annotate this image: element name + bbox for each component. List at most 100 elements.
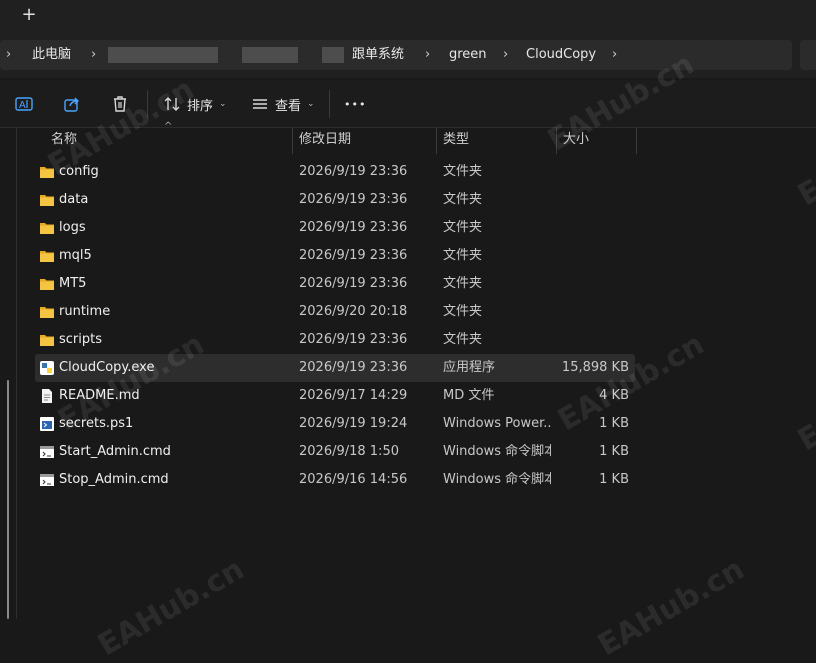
powershell-script-icon — [39, 416, 55, 432]
file-name: mql5 — [59, 248, 92, 263]
file-row[interactable]: MT5 2026/9/19 23:36 文件夹 — [35, 270, 635, 298]
cmd-script-icon — [39, 472, 55, 488]
navigation-pane-border — [16, 128, 17, 619]
file-type: 文件夹 — [443, 332, 483, 347]
file-type: 文件夹 — [443, 304, 483, 319]
file-name: MT5 — [59, 276, 87, 291]
navigation-pane-scrollbar[interactable] — [7, 380, 9, 619]
file-modified-date: 2026/9/17 14:29 — [299, 388, 408, 403]
file-row[interactable]: logs 2026/9/19 23:36 文件夹 — [35, 214, 635, 242]
rename-icon: A — [15, 97, 33, 111]
file-type: 文件夹 — [443, 276, 483, 291]
file-modified-date: 2026/9/19 23:36 — [299, 360, 408, 375]
delete-button[interactable] — [110, 92, 130, 116]
file-type: Windows 命令脚本 — [443, 472, 551, 487]
redacted-path-segment — [242, 47, 298, 63]
column-divider[interactable] — [436, 128, 437, 154]
document-icon — [39, 388, 55, 404]
file-name: Stop_Admin.cmd — [59, 472, 169, 487]
chevron-right-icon[interactable]: › — [6, 47, 11, 63]
breadcrumb-item-green[interactable]: green — [449, 47, 487, 63]
watermark: EAHub.cn — [592, 551, 751, 663]
chevron-right-icon[interactable]: › — [91, 47, 96, 63]
folder-icon — [39, 192, 55, 208]
more-options-button[interactable]: ••• — [344, 92, 366, 116]
cmd-script-icon — [39, 444, 55, 460]
file-row[interactable]: secrets.ps1 2026/9/19 19:24 Windows Power.… — [35, 410, 635, 438]
file-row[interactable]: CloudCopy.exe 2026/9/19 23:36 应用程序 15,898 K… — [35, 354, 635, 382]
file-modified-date: 2026/9/19 19:24 — [299, 416, 408, 431]
folder-icon — [39, 332, 55, 348]
column-divider[interactable] — [292, 128, 293, 154]
column-header-modified[interactable]: 修改日期 — [299, 126, 351, 154]
sort-button[interactable]: 排序 ⌄ — [162, 92, 227, 116]
file-type: Windows Power... — [443, 416, 551, 431]
redacted-path-segment — [322, 47, 344, 63]
file-modified-date: 2026/9/19 23:36 — [299, 332, 408, 347]
folder-icon — [39, 276, 55, 292]
chevron-right-icon[interactable]: › — [612, 47, 617, 63]
folder-icon — [39, 304, 55, 320]
file-modified-date: 2026/9/19 23:36 — [299, 220, 408, 235]
rename-button[interactable]: A — [14, 92, 34, 116]
file-row[interactable]: config 2026/9/19 23:36 文件夹 — [35, 158, 635, 186]
file-row[interactable]: data 2026/9/19 23:36 文件夹 — [35, 186, 635, 214]
column-divider[interactable] — [636, 128, 637, 154]
watermark: EAHub.cn — [792, 346, 816, 459]
file-row[interactable]: runtime 2026/9/20 20:18 文件夹 — [35, 298, 635, 326]
file-row[interactable]: mql5 2026/9/19 23:36 文件夹 — [35, 242, 635, 270]
new-tab-button[interactable]: + — [20, 4, 38, 26]
chevron-right-icon[interactable]: › — [503, 47, 508, 63]
folder-icon — [39, 220, 55, 236]
breadcrumb-item-this-pc[interactable]: 此电脑 — [32, 47, 71, 63]
file-type: 文件夹 — [443, 164, 483, 179]
folder-icon — [39, 164, 55, 180]
file-size: 1 KB — [599, 472, 629, 487]
breadcrumb-item-system[interactable]: 跟单系统 — [352, 47, 404, 63]
file-name: logs — [59, 220, 86, 235]
column-header-type[interactable]: 类型 — [443, 126, 469, 154]
file-modified-date: 2026/9/19 23:36 — [299, 276, 408, 291]
file-modified-date: 2026/9/16 14:56 — [299, 472, 408, 487]
file-type: 文件夹 — [443, 220, 483, 235]
file-type: 应用程序 — [443, 360, 496, 375]
column-divider[interactable] — [556, 128, 557, 154]
column-header-name[interactable]: 名称 — [51, 126, 77, 154]
share-button[interactable] — [62, 92, 82, 116]
search-box[interactable] — [800, 40, 816, 70]
share-icon — [64, 97, 79, 112]
file-size: 1 KB — [599, 444, 629, 459]
file-name: CloudCopy.exe — [59, 360, 155, 375]
file-name: scripts — [59, 332, 102, 347]
sort-label: 排序 — [187, 98, 214, 114]
file-row[interactable]: README.md 2026/9/17 14:29 MD 文件 4 KB — [35, 382, 635, 410]
file-name: Start_Admin.cmd — [59, 444, 171, 459]
view-label: 查看 — [275, 98, 302, 114]
file-type: MD 文件 — [443, 388, 495, 403]
folder-icon — [39, 248, 55, 264]
file-row[interactable]: Start_Admin.cmd 2026/9/18 1:50 Windows 命令脚… — [35, 438, 635, 466]
chevron-down-icon: ⌄ — [307, 99, 315, 109]
trash-icon — [114, 96, 126, 112]
file-type: 文件夹 — [443, 192, 483, 207]
view-icon — [253, 99, 267, 109]
chevron-right-icon[interactable]: › — [425, 47, 430, 63]
tab-bar: + — [0, 0, 816, 32]
file-modified-date: 2026/9/19 23:36 — [299, 164, 408, 179]
column-header-size[interactable]: 大小 — [563, 126, 589, 154]
file-name: config — [59, 164, 99, 179]
file-name: data — [59, 192, 89, 207]
file-row[interactable]: scripts 2026/9/19 23:36 文件夹 — [35, 326, 635, 354]
watermark: EAHub.cn — [92, 551, 251, 663]
file-size: 15,898 KB — [561, 360, 629, 375]
file-type: 文件夹 — [443, 248, 483, 263]
sort-icon — [164, 97, 180, 111]
file-modified-date: 2026/9/19 23:36 — [299, 192, 408, 207]
file-row[interactable]: Stop_Admin.cmd 2026/9/16 14:56 Windows 命令脚… — [35, 466, 635, 494]
file-name: runtime — [59, 304, 111, 319]
breadcrumb-item-cloudcopy[interactable]: CloudCopy — [526, 47, 596, 63]
view-button[interactable]: 查看 ⌄ — [250, 92, 315, 116]
file-name: README.md — [59, 388, 140, 403]
file-type: Windows 命令脚本 — [443, 444, 551, 459]
file-modified-date: 2026/9/18 1:50 — [299, 444, 399, 459]
